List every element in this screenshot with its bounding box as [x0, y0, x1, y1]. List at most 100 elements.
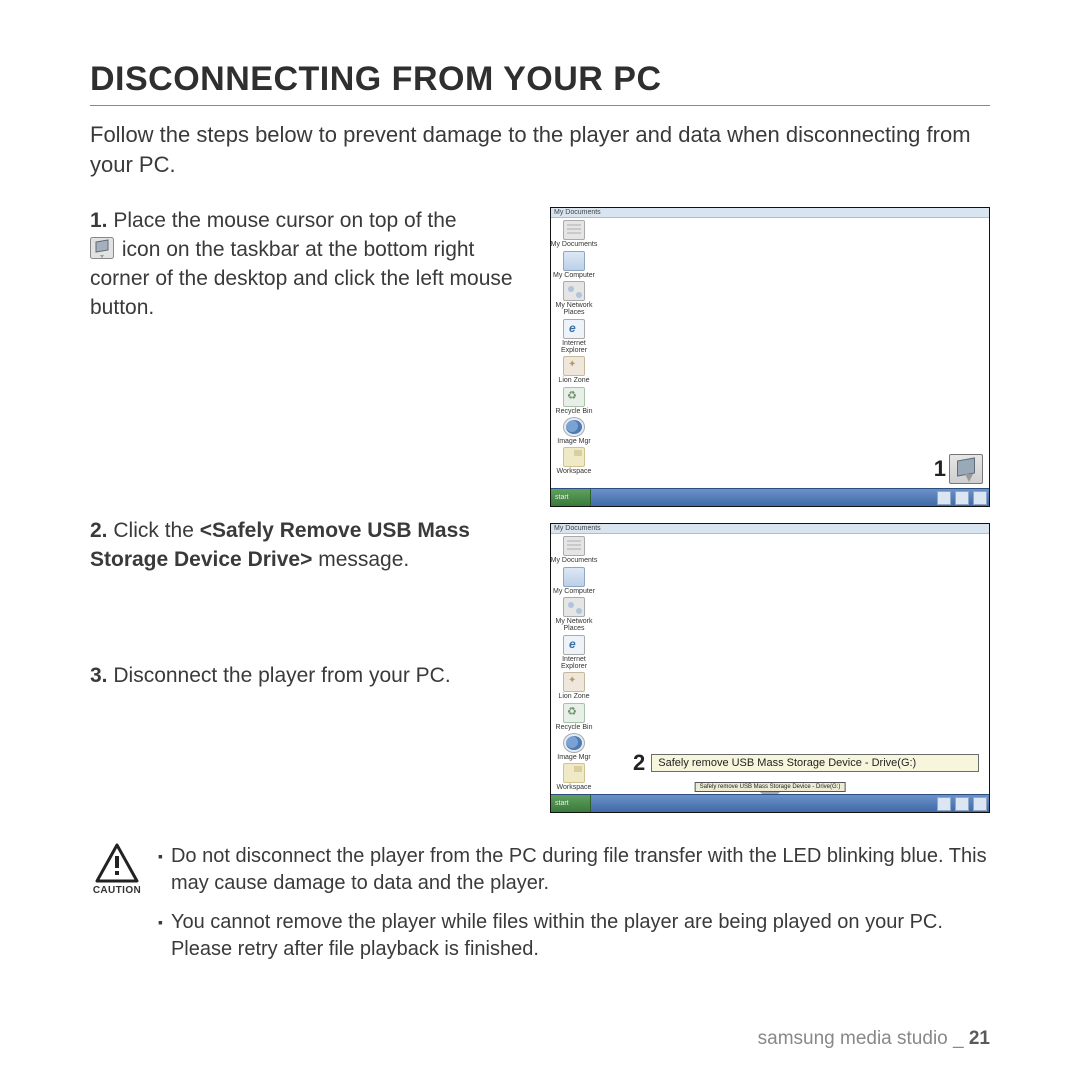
desktop-icon-label: Workspace	[557, 784, 592, 791]
step-3: 3. Disconnect the player from your PC.	[90, 662, 532, 691]
tray-item-icon	[937, 491, 951, 505]
title-rule	[90, 105, 990, 106]
recycle-icon	[563, 387, 585, 407]
desktop-icon-label: Lion Zone	[558, 693, 589, 700]
screenshot-2: My Documents My Documents My Computer My N…	[550, 523, 990, 813]
step-2: 2. Click the <Safely Remove USB Mass Sto…	[90, 517, 532, 652]
intro-paragraph: Follow the steps below to prevent damage…	[90, 120, 990, 179]
tray-item-icon	[955, 491, 969, 505]
screenshot-2-desktop-icons: My Documents My Computer My Network Places…	[553, 536, 595, 791]
step-2-text-b: message.	[312, 548, 409, 571]
desktop-icon: Image Mgr	[553, 417, 595, 445]
start-button-icon: start	[551, 489, 591, 506]
step-3-text: Disconnect the player from your PC.	[113, 664, 450, 687]
bullet-icon: ▪	[158, 909, 163, 963]
screenshot-1-taskbar: start	[551, 488, 989, 506]
desktop-icon: Workspace	[553, 763, 595, 791]
desktop-icon: My Network Places	[553, 597, 595, 633]
screenshot-1: My Documents My Documents My Computer My N…	[550, 207, 990, 507]
net-icon	[563, 597, 585, 617]
caution-list: ▪ Do not disconnect the player from the …	[158, 843, 990, 975]
desktop-icon: Lion Zone	[553, 356, 595, 384]
page-title: DISCONNECTING FROM YOUR PC	[90, 60, 990, 99]
desktop-icon-label: My Documents	[551, 557, 598, 564]
recycle-icon	[563, 703, 585, 723]
caution-label: CAUTION	[93, 885, 141, 896]
system-tray	[937, 491, 987, 504]
caution-item-text: You cannot remove the player while files…	[171, 909, 990, 963]
desktop-icon-label: My Network Places	[556, 302, 593, 317]
desktop-icon-label: Image Mgr	[557, 754, 590, 761]
caution-icon-wrap: CAUTION	[90, 843, 144, 896]
tooltip-callout-row: 2 Safely remove USB Mass Storage Device …	[633, 750, 979, 776]
system-tray	[937, 797, 987, 810]
callout-1-number: 1	[934, 456, 946, 482]
desktop-icon-label: My Network Places	[556, 618, 593, 633]
docs-icon	[563, 220, 585, 240]
desktop-icon-label: Workspace	[557, 468, 592, 475]
step-2-number: 2.	[90, 519, 108, 542]
content-row: 1. Place the mouse cursor on top of the …	[90, 207, 990, 813]
desktop-icon: My Documents	[553, 220, 595, 248]
caution-triangle-icon	[95, 843, 139, 883]
footer-text: samsung media studio _	[758, 1028, 969, 1049]
comp-icon	[563, 567, 585, 587]
screenshot-1-desktop-icons: My Documents My Computer My Network Places…	[553, 220, 595, 475]
paw-icon	[563, 672, 585, 692]
screenshot-2-taskbar: start	[551, 794, 989, 812]
desktop-icon-label: Recycle Bin	[556, 724, 593, 731]
desktop-icon: Internet Explorer	[553, 319, 595, 355]
desktop-icon: Image Mgr	[553, 733, 595, 761]
screenshot-2-titlebar: My Documents	[551, 524, 989, 534]
step-1-number: 1.	[90, 209, 108, 232]
desktop-icon-label: Internet Explorer	[561, 340, 587, 355]
comp-icon	[563, 251, 585, 271]
desktop-icon: My Computer	[553, 567, 595, 595]
ie-icon	[563, 635, 585, 655]
bullet-icon: ▪	[158, 843, 163, 897]
paw-icon	[563, 356, 585, 376]
desktop-icon-label: Lion Zone	[558, 377, 589, 384]
desktop-icon: My Computer	[553, 251, 595, 279]
steps-column: 1. Place the mouse cursor on top of the …	[90, 207, 532, 701]
desktop-icon-label: Internet Explorer	[561, 656, 587, 671]
tray-item-icon	[973, 491, 987, 505]
caution-block: CAUTION ▪ Do not disconnect the player f…	[90, 843, 990, 975]
desktop-icon: Lion Zone	[553, 672, 595, 700]
desktop-icon: My Documents	[553, 536, 595, 564]
globe-icon	[563, 733, 585, 753]
folder-icon	[563, 763, 585, 783]
desktop-icon-label: My Computer	[553, 588, 595, 595]
start-button-icon: start	[551, 795, 591, 812]
caution-item: ▪ Do not disconnect the player from the …	[158, 843, 990, 897]
desktop-icon-label: Recycle Bin	[556, 408, 593, 415]
net-icon	[563, 281, 585, 301]
desktop-icon: Recycle Bin	[553, 387, 595, 415]
step-1: 1. Place the mouse cursor on top of the …	[90, 207, 532, 507]
caution-item: ▪ You cannot remove the player while fil…	[158, 909, 990, 963]
step-2-text-a: Click the	[113, 519, 199, 542]
step-1-text-b: icon on the taskbar at the bottom right …	[90, 238, 513, 319]
globe-icon	[563, 417, 585, 437]
ie-icon	[563, 319, 585, 339]
desktop-icon: Internet Explorer	[553, 635, 595, 671]
page-footer: samsung media studio _ 21	[758, 1028, 990, 1050]
caution-item-text: Do not disconnect the player from the PC…	[171, 843, 990, 897]
desktop-icon-label: My Computer	[553, 272, 595, 279]
page-number: 21	[969, 1028, 990, 1049]
folder-icon	[563, 447, 585, 467]
step-3-number: 3.	[90, 664, 108, 687]
tray-icon-enlarged	[949, 454, 983, 484]
tray-item-icon	[973, 797, 987, 811]
safely-remove-tooltip: Safely remove USB Mass Storage Device - …	[651, 754, 979, 772]
tray-item-icon	[937, 797, 951, 811]
desktop-icon-label: Image Mgr	[557, 438, 590, 445]
taskbar-tooltip-chip: Safely remove USB Mass Storage Device - …	[695, 782, 846, 792]
desktop-icon: Recycle Bin	[553, 703, 595, 731]
screenshot-1-titlebar: My Documents	[551, 208, 989, 218]
tray-item-icon	[955, 797, 969, 811]
tray-icon	[90, 237, 114, 268]
step-1-text-a: Place the mouse cursor on top of the	[113, 209, 456, 232]
docs-icon	[563, 536, 585, 556]
callout-2-number: 2	[633, 750, 645, 776]
